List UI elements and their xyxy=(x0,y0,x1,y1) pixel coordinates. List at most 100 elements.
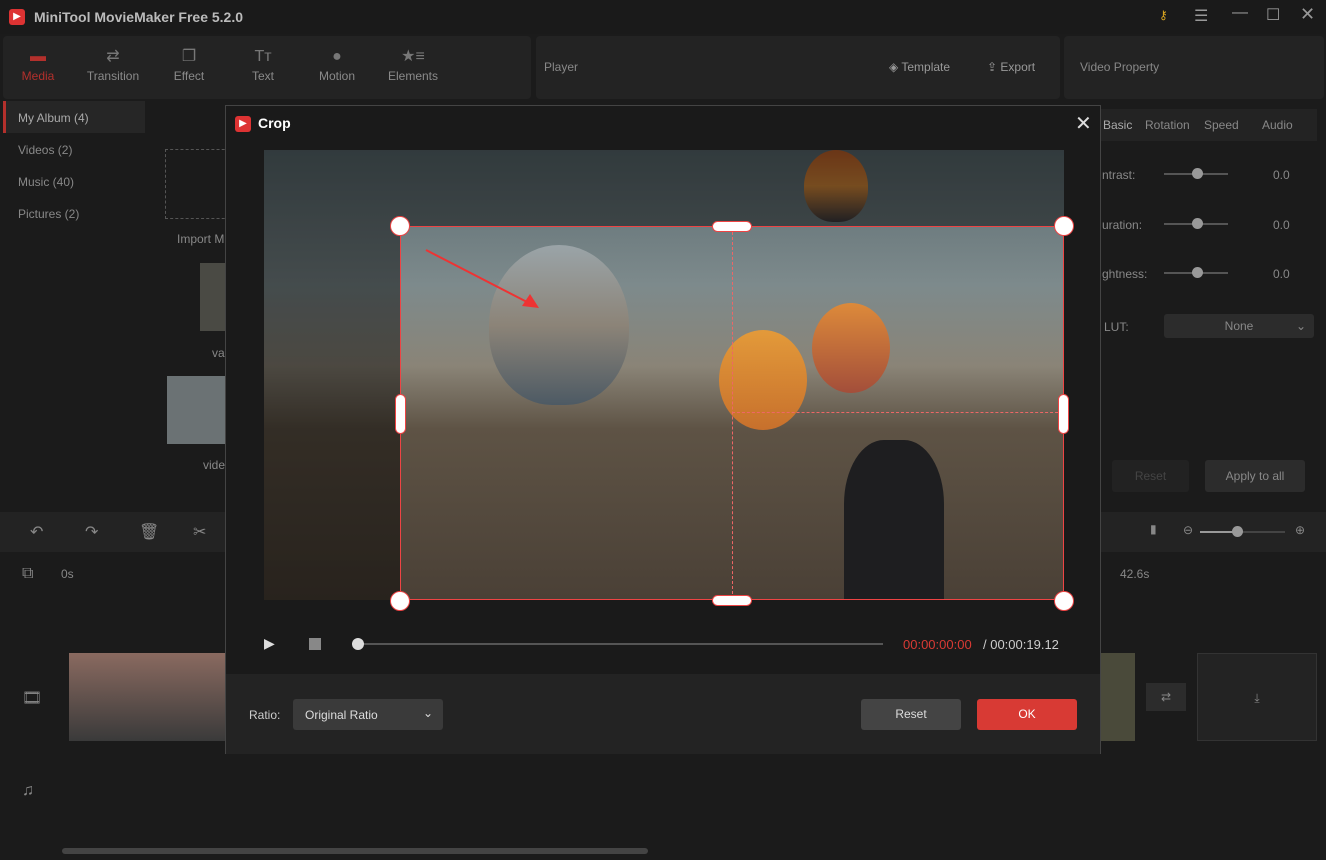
lut-dropdown[interactable]: None ⌄ xyxy=(1164,314,1314,338)
video-clip[interactable] xyxy=(1100,653,1135,741)
layers-icon: ◈ xyxy=(889,60,902,74)
tab-transition[interactable]: ⇄ Transition xyxy=(78,46,148,84)
elements-icon: ★≡ xyxy=(401,48,425,65)
minimize-icon[interactable]: — xyxy=(1232,4,1248,22)
timeline-end: 42.6s xyxy=(1120,567,1150,581)
player-label: Player xyxy=(544,60,579,74)
scissors-icon[interactable]: ✂ xyxy=(193,522,206,542)
sidebar-label: My Album (4) xyxy=(18,111,89,125)
download-icon: ⤓ xyxy=(1254,691,1260,705)
app-logo-icon: ▶ xyxy=(235,116,251,132)
tab-text[interactable]: Tт Text xyxy=(228,46,298,84)
video-clip[interactable] xyxy=(69,653,229,741)
stop-icon[interactable] xyxy=(309,638,321,650)
sidebar-item-music[interactable]: Music (40) xyxy=(18,175,74,189)
ratio-value: Original Ratio xyxy=(305,708,378,722)
saturation-label: uration: xyxy=(1102,218,1143,232)
crop-handle-bottom-right[interactable] xyxy=(1054,591,1074,611)
template-button[interactable]: ◈ Template xyxy=(889,60,950,74)
brightness-label: ghtness: xyxy=(1102,267,1148,281)
crop-handle-bottom[interactable] xyxy=(712,595,752,606)
tab-motion[interactable]: ● Motion xyxy=(302,46,372,84)
motion-icon: ● xyxy=(332,48,342,65)
tab-elements[interactable]: ★≡ Elements xyxy=(378,46,448,84)
property-header: Video Property xyxy=(1064,36,1324,99)
text-icon: Tт xyxy=(254,48,272,65)
timeline-scrollbar[interactable] xyxy=(62,848,648,854)
player-header: Player ◈ Template ⇪ Export xyxy=(536,36,1060,99)
tab-label: Elements xyxy=(387,69,439,83)
crop-handle-bottom-left[interactable] xyxy=(390,591,410,611)
tab-effect[interactable]: ❐ Effect xyxy=(154,46,224,84)
crop-dialog: ▶ Crop ✕ ▶ 00:00:00:00 / 00:00:19.12 Rat… xyxy=(225,105,1101,754)
crop-dim-left xyxy=(264,226,400,600)
chevron-down-icon: ⌄ xyxy=(422,706,433,720)
tab-audio[interactable]: Audio xyxy=(1262,118,1293,132)
folder-icon: ▬ xyxy=(30,48,46,65)
tab-media[interactable]: ▬ Media xyxy=(3,46,73,84)
video-preview xyxy=(264,150,1064,600)
contrast-slider[interactable] xyxy=(1164,168,1228,179)
export-label: Export xyxy=(1000,60,1036,74)
arrow-annotation xyxy=(425,249,539,308)
tab-speed[interactable]: Speed xyxy=(1204,118,1239,132)
export-button[interactable]: ⇪ Export xyxy=(987,60,1035,74)
property-tabs: Basic Rotation Speed Audio xyxy=(1097,109,1317,141)
video-track-icon: 🎞 xyxy=(22,690,43,707)
zoom-in-icon[interactable]: ⊕ xyxy=(1295,523,1305,537)
media-thumb[interactable] xyxy=(167,376,230,444)
app-title: MiniTool MovieMaker Free 5.2.0 xyxy=(34,9,244,25)
reset-button[interactable]: Reset xyxy=(861,699,961,730)
add-track-icon[interactable]: ⧉ xyxy=(22,565,33,583)
zoom-out-icon[interactable]: ⊖ xyxy=(1183,523,1193,537)
swap-icon: ⇄ xyxy=(106,48,120,65)
sidebar-item-my-album[interactable]: My Album (4) xyxy=(3,101,145,133)
brightness-slider[interactable] xyxy=(1164,267,1228,278)
add-clip-slot[interactable]: ⤓ xyxy=(1197,653,1317,741)
contrast-value: 0.0 xyxy=(1273,168,1290,182)
property-label: Video Property xyxy=(1080,60,1160,74)
key-icon[interactable]: ⚷ xyxy=(1159,8,1168,22)
fit-icon[interactable]: ▮ xyxy=(1150,522,1157,536)
music-track-icon: ♫ xyxy=(22,782,34,799)
ok-button[interactable]: OK xyxy=(977,699,1077,730)
playback-progress[interactable] xyxy=(352,638,883,650)
delete-icon[interactable]: 🗑 xyxy=(139,522,159,542)
maximize-icon[interactable]: ☐ xyxy=(1266,5,1280,25)
property-reset-button[interactable]: Reset xyxy=(1112,460,1189,492)
dialog-footer: Ratio: Original Ratio ⌄ Reset OK xyxy=(226,674,1100,754)
close-icon[interactable]: ✕ xyxy=(1300,4,1315,25)
crop-handle-top[interactable] xyxy=(712,221,752,232)
sidebar-item-pictures[interactable]: Pictures (2) xyxy=(18,207,79,221)
transition-slot[interactable]: ⇄ xyxy=(1146,683,1186,711)
media-name: vide xyxy=(203,458,226,472)
lut-value: None xyxy=(1224,319,1254,333)
import-label: Import M xyxy=(177,232,225,246)
menu-icon[interactable]: ☰ xyxy=(1194,6,1208,26)
crop-handle-top-left[interactable] xyxy=(390,216,410,236)
redo-icon[interactable]: ↷ xyxy=(85,522,98,542)
progress-thumb[interactable] xyxy=(352,638,364,650)
tab-label: Text xyxy=(251,69,274,83)
crop-handle-top-right[interactable] xyxy=(1054,216,1074,236)
tab-label: Transition xyxy=(86,69,140,83)
crop-handle-left[interactable] xyxy=(395,394,406,434)
tab-label: Motion xyxy=(318,69,356,83)
tab-rotation[interactable]: Rotation xyxy=(1145,118,1190,132)
brightness-value: 0.0 xyxy=(1273,267,1290,281)
saturation-value: 0.0 xyxy=(1273,218,1290,232)
sidebar-item-videos[interactable]: Videos (2) xyxy=(18,143,72,157)
ratio-dropdown[interactable]: Original Ratio ⌄ xyxy=(293,699,443,730)
chevron-down-icon: ⌄ xyxy=(1295,319,1306,333)
crop-handle-right[interactable] xyxy=(1058,394,1069,434)
tab-basic[interactable]: Basic xyxy=(1103,118,1132,132)
lut-label: LUT: xyxy=(1104,320,1129,334)
play-icon[interactable]: ▶ xyxy=(264,635,275,652)
saturation-slider[interactable] xyxy=(1164,218,1228,229)
apply-to-all-button[interactable]: Apply to all xyxy=(1205,460,1305,492)
undo-icon[interactable]: ↶ xyxy=(30,522,43,542)
zoom-slider[interactable] xyxy=(1200,526,1285,537)
crop-dim-top xyxy=(264,150,1064,226)
media-name: va xyxy=(212,346,225,360)
close-icon[interactable]: ✕ xyxy=(1075,111,1092,136)
